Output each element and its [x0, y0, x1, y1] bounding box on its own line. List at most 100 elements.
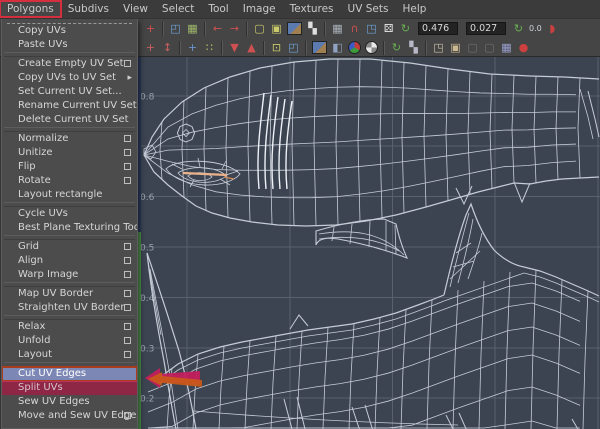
menu-item-grid[interactable]: Grid	[2, 240, 137, 254]
menu-item-create-empty-uv-set[interactable]: Create Empty UV Set	[2, 57, 137, 71]
toolbar-separator	[162, 21, 164, 36]
menu-item-best-plane-texturing-tool[interactable]: Best Plane Texturing Tool	[2, 221, 137, 235]
menu-item-flip[interactable]: Flip	[2, 160, 137, 174]
menu-item-align[interactable]: Align	[2, 254, 137, 268]
menu-item-copy-uvs[interactable]: Copy UVs	[2, 24, 137, 38]
menu-item-move-and-sew-uv-edges[interactable]: Move and Sew UV Edges	[2, 409, 137, 423]
menu-item-unitize[interactable]: Unitize	[2, 146, 137, 160]
option-box-icon[interactable]	[124, 304, 131, 311]
menu-item-layout-rectangle[interactable]: Layout rectangle	[2, 188, 137, 202]
menubar-item-subdivs[interactable]: Subdivs	[61, 1, 116, 17]
marquee-target-icon[interactable]: ▣	[268, 20, 285, 38]
option-box-icon[interactable]	[124, 177, 131, 184]
marquee-select-icon[interactable]: ▢	[251, 20, 268, 38]
refresh-zero-icon[interactable]: ↻	[510, 20, 527, 38]
rgb-channels-icon[interactable]	[348, 41, 361, 54]
paste-v-disabled-icon[interactable]: ▢	[481, 39, 498, 57]
paste-u-disabled-icon[interactable]: ▢	[464, 39, 481, 57]
red-dot-icon[interactable]: ●	[515, 39, 532, 57]
menu-item-set-current-uv-set[interactable]: Set Current UV Set...	[2, 85, 137, 99]
menubar-item-tool[interactable]: Tool	[201, 1, 235, 17]
axis-label: 0.3	[140, 345, 154, 355]
flip-shell-icon[interactable]: ◰	[167, 20, 184, 38]
toolbar-separator	[305, 40, 307, 55]
paste-uv-icon[interactable]: ▣	[447, 39, 464, 57]
image-range-icon[interactable]	[312, 41, 327, 54]
menubar-item-view[interactable]: View	[116, 1, 155, 17]
option-box-icon[interactable]	[124, 149, 131, 156]
option-box-icon[interactable]	[124, 163, 131, 170]
menu-item-split-uvs[interactable]: Split UVs	[2, 381, 137, 395]
u-coord-field[interactable]	[418, 22, 458, 35]
move-vertical-icon[interactable]: ↕	[159, 39, 176, 57]
alpha-channel-icon[interactable]	[365, 41, 378, 54]
layered-shells-icon[interactable]: ◳	[363, 20, 380, 38]
select-dots-icon[interactable]: ∷	[201, 39, 218, 57]
fish2-back-contour	[158, 272, 600, 385]
option-box-icon[interactable]	[124, 323, 131, 330]
menu-item-label: Align	[18, 255, 44, 266]
fin-shell-rung	[368, 220, 371, 248]
uv-grid-icon[interactable]: ▦	[184, 20, 201, 38]
menubar-item-select[interactable]: Select	[155, 1, 201, 17]
option-box-icon[interactable]	[124, 257, 131, 264]
align-right-icon[interactable]: →	[226, 20, 243, 38]
option-box-icon[interactable]	[124, 135, 131, 142]
partial-red-icon[interactable]: ◗	[544, 20, 561, 38]
overlap-shells-icon[interactable]: ◧	[329, 39, 346, 57]
add-shell-icon[interactable]: +	[184, 39, 201, 57]
pin-up-icon[interactable]: ▲	[243, 39, 260, 57]
menu-item-rotate[interactable]: Rotate	[2, 174, 137, 188]
menu-item-copy-uvs-to-uv-set[interactable]: Copy UVs to UV Set ▸	[2, 71, 137, 85]
dice-texel-icon[interactable]: ⚄	[380, 20, 397, 38]
menubar-item-uv-sets[interactable]: UV Sets	[341, 1, 396, 17]
menu-item-normalize[interactable]: Normalize	[2, 132, 137, 146]
menu-item-rename-current-uv-set[interactable]: Rename Current UV Set...	[2, 99, 137, 113]
fish1-lattice-horizontal	[143, 154, 577, 199]
pixel-snap-icon[interactable]: ▦	[329, 20, 346, 38]
menu-item-unfold[interactable]: Unfold	[2, 334, 137, 348]
refresh-ratio-icon[interactable]: ↻	[397, 20, 414, 38]
option-box-icon[interactable]	[124, 290, 131, 297]
uv-lattice-cut-icon[interactable]: +	[142, 20, 159, 38]
checker-ghost-icon[interactable]: ▚	[405, 39, 422, 57]
menubar-item-image[interactable]: Image	[236, 1, 283, 17]
menu-item-label: Grid	[18, 241, 39, 252]
cycle-shell-icon[interactable]: ▦	[498, 39, 515, 57]
menubar-item-textures[interactable]: Textures	[283, 1, 341, 17]
fish1-mouth-radial	[197, 157, 201, 168]
copy-uv-icon[interactable]: ◳	[430, 39, 447, 57]
menu-item-straighten-uv-border[interactable]: Straighten UV Border	[2, 301, 137, 315]
option-box-icon[interactable]	[124, 243, 131, 250]
checker-dots-icon[interactable]: ▚	[304, 20, 321, 38]
image-display-icon[interactable]	[287, 22, 302, 35]
v-coord-field[interactable]	[466, 22, 506, 35]
menu-item-cycle-uvs[interactable]: Cycle UVs	[2, 207, 137, 221]
menu-item-label: Split UVs	[18, 382, 63, 393]
pin-down-icon[interactable]: ▼	[226, 39, 243, 57]
toolbar-separator	[221, 40, 223, 55]
menu-item-map-uv-border[interactable]: Map UV Border	[2, 287, 137, 301]
menu-item-delete-current-uv-set[interactable]: Delete Current UV Set	[2, 113, 137, 127]
lattice-points-icon[interactable]: ⊡	[268, 39, 285, 57]
menubar-item-help[interactable]: Help	[395, 1, 433, 17]
menu-item-relax[interactable]: Relax	[2, 320, 137, 334]
fish1-mouth-radial	[171, 163, 183, 170]
axis-manip-icon[interactable]: +	[142, 39, 159, 57]
menu-item-warp-image[interactable]: Warp Image	[2, 268, 137, 282]
option-box-icon[interactable]	[124, 351, 131, 358]
fish2-lattice-vertical	[426, 299, 433, 429]
magnet-snap-icon[interactable]: ∩	[346, 20, 363, 38]
frame-uv-icon[interactable]: ◰	[285, 39, 302, 57]
menu-item-sew-uv-edges[interactable]: Sew UV Edges	[2, 395, 137, 409]
menu-item-layout[interactable]: Layout	[2, 348, 137, 362]
align-left-icon[interactable]: ←	[209, 20, 226, 38]
menu-item-paste-uvs[interactable]: Paste UVs	[2, 38, 137, 52]
option-box-icon[interactable]	[124, 271, 131, 278]
refresh-checker-icon[interactable]: ↻	[388, 39, 405, 57]
menubar-item-polygons[interactable]: Polygons	[0, 0, 62, 18]
menu-item-cut-uv-edges[interactable]: Cut UV Edges	[2, 366, 137, 382]
option-box-icon[interactable]	[124, 412, 131, 419]
option-box-icon[interactable]	[124, 337, 131, 344]
option-box-icon[interactable]	[124, 60, 131, 67]
